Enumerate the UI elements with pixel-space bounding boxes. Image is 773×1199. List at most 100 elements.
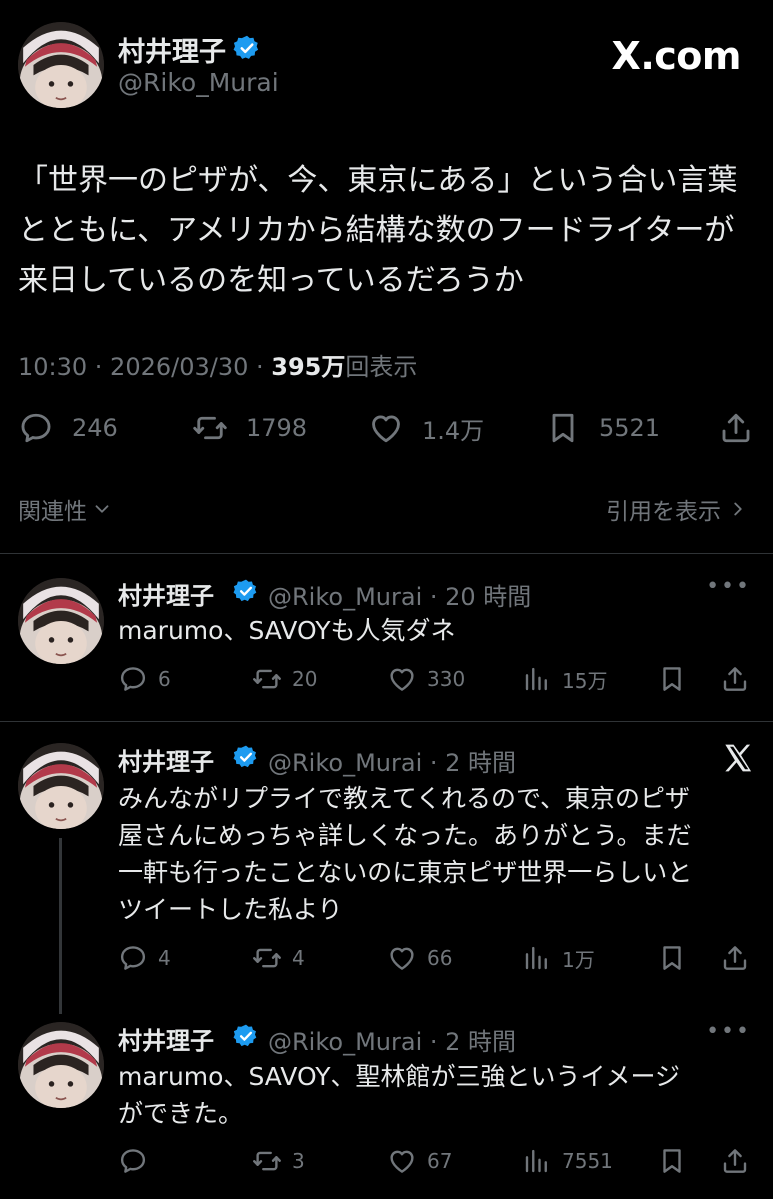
sort-dropdown[interactable]: 関連性 (18, 492, 113, 526)
view-quotes-link[interactable]: 引用を表示 (606, 492, 749, 526)
views-button[interactable]: 15万 (522, 664, 607, 694)
like-count: 67 (427, 1149, 453, 1173)
reply-line: ツイートした私より (118, 895, 343, 924)
bookmark-icon (657, 943, 687, 973)
reply-avatar[interactable] (18, 578, 104, 664)
bookmark-button[interactable] (657, 1146, 697, 1176)
reply-body: marumo、SAVOYも人気ダネ (118, 612, 758, 649)
divider (0, 553, 773, 554)
like-count: 1.4万 (422, 416, 485, 445)
reply-button[interactable]: 6 (118, 664, 171, 694)
like-button[interactable]: 67 (387, 1146, 452, 1176)
reply-line: みんながリプライで教えてくれるので、東京のピザ (118, 784, 691, 813)
reply-icon (118, 664, 148, 694)
like-button[interactable]: 1.4万 (368, 410, 484, 446)
bookmark-icon (545, 410, 581, 446)
reply-icon (118, 943, 148, 973)
repost-icon (252, 943, 282, 973)
more-icon[interactable]: ••• (706, 574, 751, 599)
views-count: 7551 (562, 1149, 613, 1173)
tweet-body: 「世界一のピザが、今、東京にある」という合い言葉 とともに、アメリカから結構な数… (18, 156, 763, 306)
reply-icon (18, 410, 54, 446)
repost-count: 3 (292, 1149, 305, 1173)
tweet-meta: 10:30 · 2026/03/30 · 395万回表示 (18, 347, 417, 382)
reply-body: marumo、SAVOY、聖林館が三強というイメージ ができた。 (118, 1058, 758, 1132)
share-icon (720, 1146, 750, 1176)
heart-icon (387, 1146, 417, 1176)
share-button[interactable] (720, 943, 760, 973)
reply-count: 6 (158, 667, 171, 691)
share-button[interactable] (720, 664, 760, 694)
repost-button[interactable]: 1798 (192, 410, 307, 446)
repost-button[interactable]: 20 (252, 664, 317, 694)
views-icon (522, 664, 552, 694)
tweet-line: とともに、アメリカから結構な数のフードライターが (18, 213, 735, 248)
share-icon (720, 664, 750, 694)
share-button[interactable] (718, 410, 772, 446)
main-avatar[interactable] (18, 22, 104, 108)
tweet-line: 来日しているのを知っているだろうか (18, 263, 524, 298)
repost-count: 4 (292, 946, 305, 970)
bookmark-count: 5521 (599, 414, 661, 442)
heart-icon (387, 943, 417, 973)
like-button[interactable]: 66 (387, 943, 452, 973)
views-count: 1万 (562, 947, 595, 972)
reply-author-name[interactable]: 村井理子 (118, 1021, 214, 1056)
tweet-timestamp[interactable]: 10:30 · 2026/03/30 · (18, 353, 271, 381)
repost-count: 20 (292, 667, 318, 691)
verified-badge-icon (233, 34, 261, 62)
share-button[interactable] (720, 1146, 760, 1176)
reply-line: 一軒も行ったことないのに東京ピザ世界一らしいと (118, 858, 693, 887)
reply-author-name[interactable]: 村井理子 (118, 742, 214, 777)
reply-handle-time[interactable]: @Riko_Murai · 20 時間 (268, 577, 531, 612)
heart-icon (387, 664, 417, 694)
reply-line: ができた。 (118, 1099, 244, 1128)
x-logo-icon (722, 742, 754, 774)
thread-connector (59, 838, 62, 1014)
more-icon[interactable]: ••• (706, 1019, 751, 1044)
bookmark-button[interactable]: 5521 (545, 410, 660, 446)
chevron-right-icon (734, 502, 742, 516)
views-icon (522, 943, 552, 973)
reply-count: 246 (72, 414, 118, 442)
bookmark-icon (657, 664, 687, 694)
reply-avatar[interactable] (18, 1022, 104, 1108)
views-label: 回表示 (345, 353, 418, 381)
reply-author-name[interactable]: 村井理子 (118, 576, 214, 611)
bookmark-button[interactable] (657, 943, 697, 973)
reply-button[interactable] (118, 1146, 158, 1176)
repost-button[interactable]: 4 (252, 943, 305, 973)
repost-icon (252, 1146, 282, 1176)
reply-button[interactable]: 4 (118, 943, 171, 973)
views-count: 395万 (271, 353, 346, 381)
reply-line: marumo、SAVOY、聖林館が三強というイメージ (118, 1062, 681, 1091)
share-icon (718, 410, 754, 446)
like-count: 66 (427, 946, 453, 970)
verified-badge-icon (233, 578, 259, 604)
verified-badge-icon (233, 1023, 259, 1049)
share-icon (720, 943, 750, 973)
x-com-badge: X.com (611, 34, 742, 78)
reply-avatar[interactable] (18, 743, 104, 829)
repost-button[interactable]: 3 (252, 1146, 305, 1176)
divider (0, 721, 773, 722)
bookmark-icon (657, 1146, 687, 1176)
bookmark-button[interactable] (657, 664, 697, 694)
quotes-label: 引用を表示 (606, 499, 721, 525)
reply-handle-time[interactable]: @Riko_Murai · 2 時間 (268, 743, 516, 778)
heart-icon (368, 410, 404, 446)
author-name[interactable]: 村井理子 (118, 30, 226, 69)
reply-handle-time[interactable]: @Riko_Murai · 2 時間 (268, 1022, 516, 1057)
repost-icon (192, 410, 228, 446)
like-count: 330 (427, 667, 466, 691)
author-handle[interactable]: @Riko_Murai (118, 68, 279, 97)
reply-count: 4 (158, 946, 171, 970)
tweet-line: 「世界一のピザが、今、東京にある」という合い言葉 (18, 163, 738, 198)
reply-body: みんながリプライで教えてくれるので、東京のピザ 屋さんにめっちゃ詳しくなった。あ… (118, 780, 758, 928)
views-button[interactable]: 1万 (522, 943, 595, 973)
repost-icon (252, 664, 282, 694)
like-button[interactable]: 330 (387, 664, 465, 694)
reply-icon (118, 1146, 148, 1176)
views-button[interactable]: 7551 (522, 1146, 613, 1176)
reply-button[interactable]: 246 (18, 410, 118, 446)
